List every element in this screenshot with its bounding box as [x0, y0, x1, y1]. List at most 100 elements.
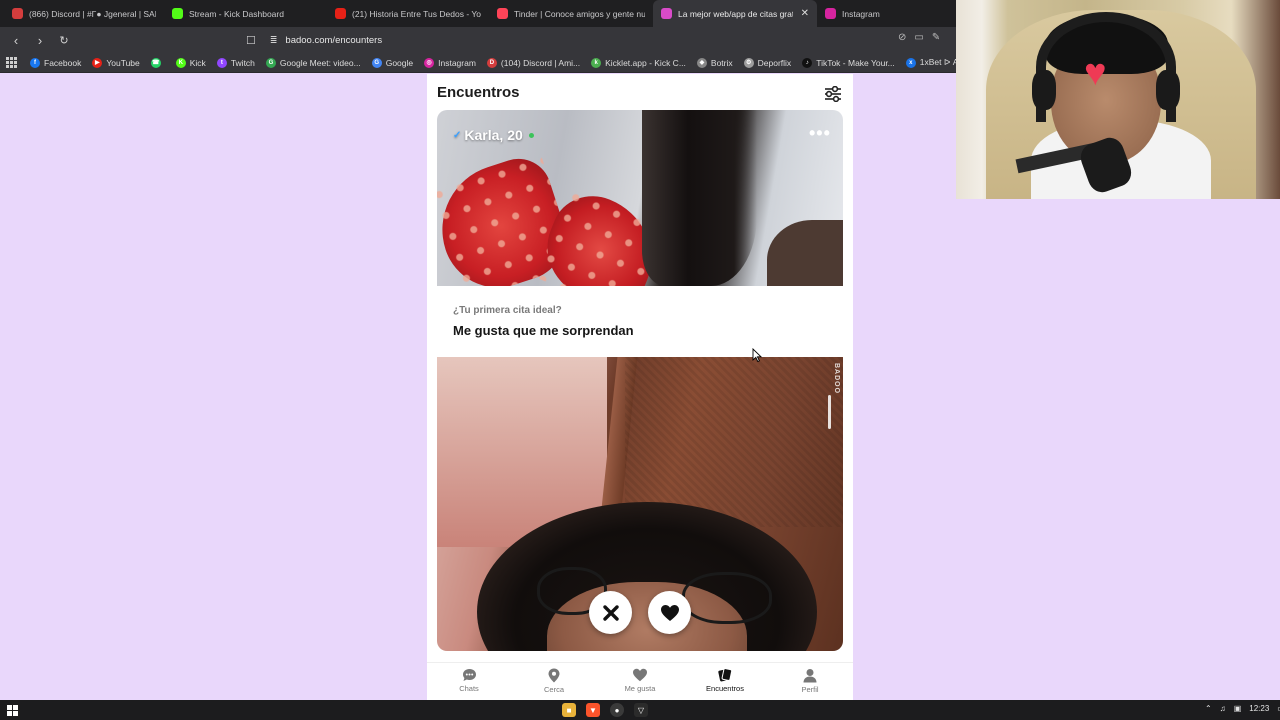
bookmark-item[interactable]: G Google Meet: video... [265, 57, 361, 68]
taskbar-apps: ■ ▼ ● ▽ [562, 703, 648, 717]
back-button[interactable]: ‹ [6, 30, 26, 50]
profile-icon [803, 669, 817, 683]
bookmark-item[interactable]: ▶ YouTube [92, 57, 140, 68]
nav-perfil[interactable]: Perfil [780, 668, 840, 694]
browser-tab[interactable]: Stream - Kick Dashboard [164, 0, 327, 27]
verified-icon: ✓ [453, 129, 462, 141]
app-triangle-icon[interactable]: ▽ [634, 703, 648, 717]
bookmark-label: Kick [189, 57, 206, 68]
clock[interactable]: 12:23 [1249, 704, 1269, 713]
dislike-button[interactable] [589, 591, 632, 634]
browser-tab[interactable]: (866) Discord | #Γ● Jgeneral | SAPO [4, 0, 164, 27]
tab-favicon-icon [661, 8, 672, 19]
filter-settings-icon[interactable] [824, 86, 842, 102]
bookmark-favicon-icon: D [486, 57, 497, 68]
network-icon[interactable]: ▣ [1234, 704, 1242, 713]
nav-encuentros[interactable]: Encuentros [695, 668, 755, 693]
encounters-panel: Encuentros ✓ Karla, 20 ••• ¿Tu primera c… [427, 74, 853, 700]
page-title: Encuentros [437, 84, 520, 101]
url-field[interactable]: ☐ ≣ badoo.com/encounters [246, 30, 966, 50]
nav-chats[interactable]: Chats [439, 668, 499, 693]
cards-icon [718, 668, 733, 682]
webcam-heart-filter-icon: ♥ [1084, 52, 1107, 94]
tab-title: (866) Discord | #Γ● Jgeneral | SAPO [29, 8, 156, 19]
bookmark-item[interactable]: ◎ Instagram [424, 57, 476, 68]
glasses-shape [682, 572, 772, 624]
photo-scroll-indicator [828, 395, 831, 429]
nav-label: Chats [459, 684, 479, 693]
tab-favicon-icon [825, 8, 836, 19]
forward-button[interactable]: › [30, 30, 50, 50]
bookmark-item[interactable]: ◆ Botrix [696, 57, 733, 68]
close-icon [602, 604, 619, 621]
browser-tab[interactable]: (21) Historia Entre Tus Dedos - YouTu [327, 0, 489, 27]
tab-favicon-icon [12, 8, 23, 19]
bookmark-favicon-icon: k [591, 57, 602, 68]
profile-name: ✓ Karla, 20 [453, 127, 534, 143]
file-explorer-icon[interactable]: ■ [562, 703, 576, 717]
nav-label: Encuentros [706, 684, 744, 693]
obs-icon[interactable]: ● [610, 703, 624, 717]
bookmark-favicon-icon: ⚙ [743, 57, 754, 68]
bookmark-item[interactable]: ♪ TikTok - Make Your... [802, 57, 895, 68]
tab-title: Stream - Kick Dashboard [189, 8, 284, 19]
brave-browser-icon[interactable]: ▼ [586, 703, 600, 717]
bookmark-favicon-icon: ♪ [802, 57, 813, 68]
chat-icon [462, 669, 476, 681]
tab-favicon-icon [172, 8, 183, 19]
bookmark-item[interactable]: ⚙ Deporflix [743, 57, 791, 68]
heart-icon [633, 668, 647, 682]
eye-off-icon[interactable]: ⊘ [898, 32, 906, 43]
like-button[interactable] [648, 591, 691, 634]
site-info-icon[interactable]: ≣ [270, 35, 278, 46]
windows-start-icon[interactable] [7, 705, 18, 716]
bookmark-label: YouTube [106, 57, 140, 68]
windows-taskbar: ■ ▼ ● ▽ ⌃ ♫ ▣ 12:23 ▭ [0, 700, 1280, 720]
badoo-watermark: BADOO [833, 363, 840, 395]
nav-cerca[interactable]: Cerca [524, 668, 584, 694]
apps-grid-icon[interactable] [6, 56, 18, 69]
bookmark-item[interactable]: K Kick [175, 57, 206, 68]
url-text: badoo.com/encounters [285, 34, 383, 46]
browser-tab[interactable]: Tinder | Conoce amigos y gente nue [489, 0, 653, 27]
bookmark-item[interactable]: ☎ [150, 57, 165, 68]
bookmark-favicon-icon: K [175, 57, 186, 68]
skin-shape [767, 220, 843, 286]
bookmark-favicon-icon: x [905, 57, 916, 68]
bookmark-item[interactable]: t Twitch [216, 57, 255, 68]
nav-me-gusta[interactable]: Me gusta [610, 668, 670, 693]
webcam-overlay: ♥ [956, 0, 1280, 199]
profile-card[interactable]: ✓ Karla, 20 ••• ¿Tu primera cita ideal? … [437, 110, 843, 651]
bookmark-item[interactable]: f Facebook [30, 57, 82, 68]
browser-tab[interactable]: La mejor web/app de citas grati ✕ [653, 0, 817, 27]
browser-tab[interactable]: Instagram [817, 0, 917, 27]
mouse-cursor-icon [752, 348, 762, 362]
tray-chevron-icon[interactable]: ⌃ [1205, 704, 1212, 713]
reload-button[interactable]: ↻ [54, 30, 74, 50]
cast-icon[interactable]: ▭ [914, 32, 923, 43]
bookmark-favicon-icon: G [265, 57, 276, 68]
edit-icon[interactable]: ✎ [932, 32, 940, 43]
webcam-earcup-shape [1032, 70, 1056, 110]
more-options-icon[interactable]: ••• [809, 124, 831, 142]
bookmark-favicon-icon: ◆ [696, 57, 707, 68]
bookmark-label: (104) Discord | Ami... [500, 57, 581, 68]
tab-title: La mejor web/app de citas grati [678, 8, 793, 19]
volume-icon[interactable]: ♫ [1220, 704, 1226, 713]
bookmark-icon[interactable]: ☐ [246, 34, 256, 47]
bookmark-item[interactable]: D (104) Discord | Ami... [486, 57, 581, 68]
nav-label: Perfil [801, 685, 819, 694]
hair-shape [642, 110, 757, 286]
bookmark-favicon-icon: ☎ [150, 57, 161, 68]
bookmark-item[interactable]: G Google [371, 57, 413, 68]
tab-title: (21) Historia Entre Tus Dedos - YouTu [352, 8, 481, 19]
tab-close-icon[interactable]: ✕ [801, 8, 809, 19]
bookmark-label: Facebook [44, 57, 82, 68]
bookmark-label: Google Meet: video... [279, 57, 361, 68]
bookmark-label: Twitch [230, 57, 255, 68]
profile-name-age: Karla, 20 [464, 127, 523, 143]
online-status-dot [528, 132, 534, 138]
bookmark-item[interactable]: k Kicklet.app - Kick C... [591, 57, 686, 68]
webcam-earcup-shape [1156, 70, 1180, 110]
bookmark-label: Kicklet.app - Kick C... [605, 57, 686, 68]
